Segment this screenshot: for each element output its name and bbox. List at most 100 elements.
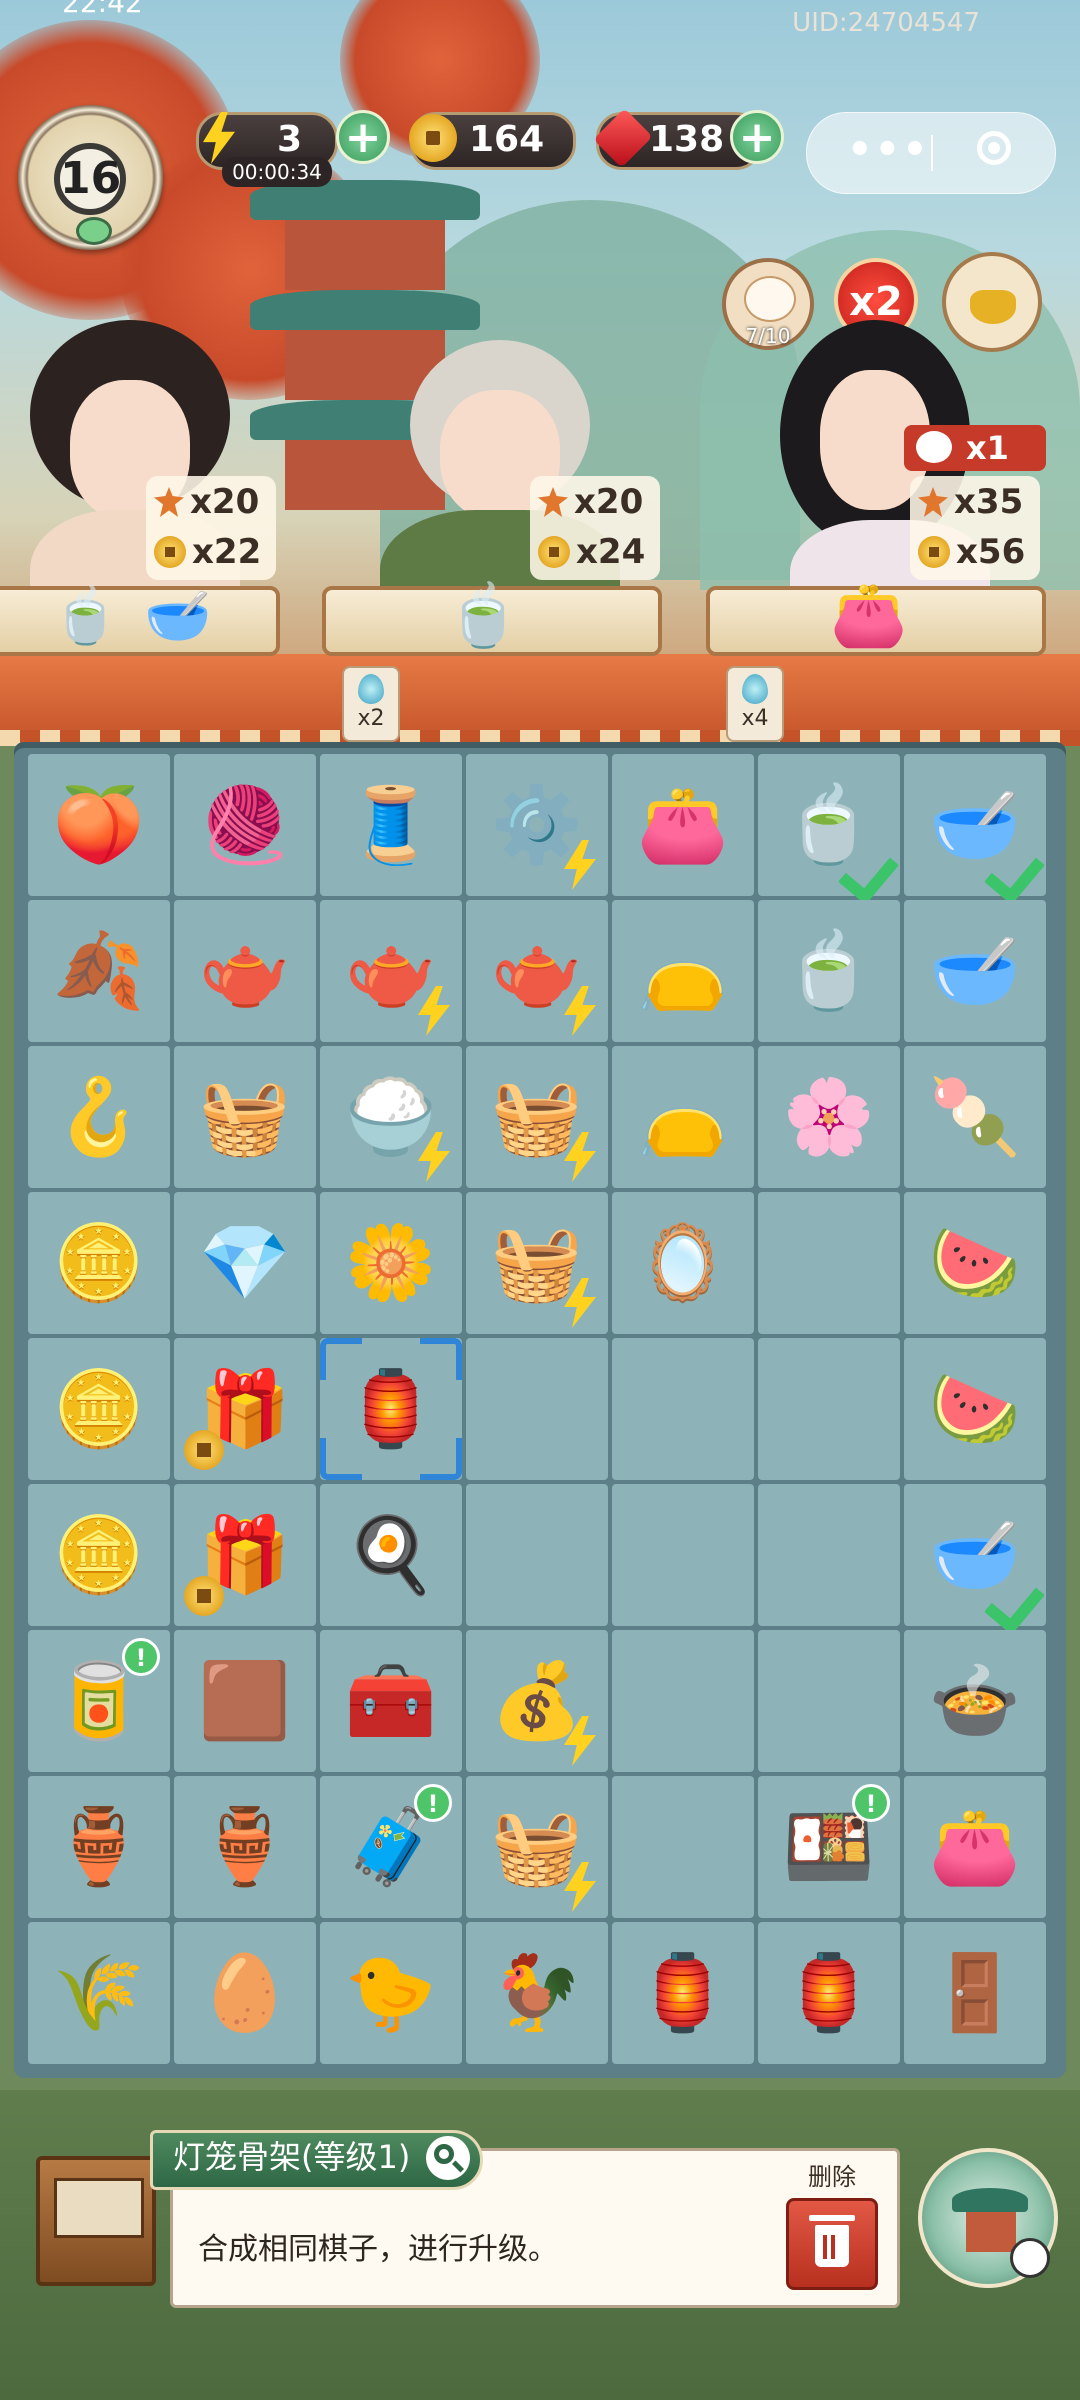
ruby-icon xyxy=(593,108,653,168)
board-cell-chick-nest[interactable]: 🐤 xyxy=(320,1922,462,2064)
board-cell-tasseled-pouch[interactable]: 👛 xyxy=(904,1776,1046,1918)
board-cell-bean-soup-bowl-2[interactable]: 🥣 xyxy=(904,1484,1046,1626)
board-cell-empty-cell[interactable] xyxy=(758,1630,900,1772)
delete-button[interactable] xyxy=(786,2198,878,2290)
board-cell-bamboo-basket[interactable]: 🧺 xyxy=(174,1046,316,1188)
checkmark-icon xyxy=(978,1574,1038,1618)
board-cell-watermelon-plate[interactable]: 🍉 xyxy=(904,1338,1046,1480)
board-cell-drawstring-purse[interactable]: 👝 xyxy=(612,900,754,1042)
board-cell-grain-bundle[interactable]: 🌾 xyxy=(28,1922,170,2064)
board-cell-food-crate[interactable]: 🧺 xyxy=(466,1046,608,1188)
board-cell-mystery-chest-2[interactable]: 🎁 xyxy=(174,1484,316,1626)
board-cell-embroidery-hoop[interactable]: 🪞 xyxy=(612,1192,754,1334)
board-cell-energy-gourd[interactable]: 🏺 xyxy=(28,1776,170,1918)
coin-icon xyxy=(405,110,461,166)
board-cell-rooster[interactable]: 🐓 xyxy=(466,1922,608,2064)
water-drop-x2[interactable]: x2 xyxy=(342,666,400,742)
level-badge[interactable]: 16 xyxy=(18,105,163,250)
board-cell-green-bean-soup[interactable]: 🥣 xyxy=(904,900,1046,1042)
counter-banner xyxy=(0,654,1080,746)
board-cell-empty-cell[interactable] xyxy=(612,1776,754,1918)
girl-order-tray[interactable]: 🍵 🥣 xyxy=(0,584,280,656)
board-cell-mystery-chest[interactable]: 🎁 xyxy=(174,1338,316,1480)
board-cell-yellow-lantern[interactable]: 🏮 xyxy=(612,1922,754,2064)
add-energy-button[interactable]: + xyxy=(336,110,390,164)
board-cell-empty-cell[interactable] xyxy=(758,1484,900,1626)
board-cell-coin-stack[interactable]: 🪙 xyxy=(28,1192,170,1334)
delete-label: 删除 xyxy=(808,2163,856,2191)
board-cell-jade-pendant[interactable]: 🪝 xyxy=(28,1046,170,1188)
board-cell-fried-egg[interactable]: 🍳 xyxy=(320,1484,462,1626)
treasure-chest-icon: 💰 xyxy=(490,1658,584,1744)
board-cell-watermelon-slice[interactable]: 🍉 xyxy=(904,1192,1046,1334)
egg-nest-icon: 🥚 xyxy=(198,1950,292,2036)
lady-order-tray[interactable]: 👛 xyxy=(706,578,1046,656)
board-cell-chrysanthemum-tea[interactable]: 🍵 xyxy=(758,900,900,1042)
more-menu-button[interactable]: ••• xyxy=(847,127,930,173)
board-cell-bamboo-blind[interactable]: 🚪 xyxy=(904,1922,1046,2064)
board-cell-hairpin-flower[interactable]: 🌼 xyxy=(320,1192,462,1334)
board-cell-empty-cell[interactable] xyxy=(466,1338,608,1480)
storage-cabinet-button[interactable] xyxy=(36,2156,156,2286)
trash-icon xyxy=(809,2215,855,2267)
maple-leaf-icon xyxy=(538,487,568,517)
pavilion-button[interactable] xyxy=(918,2148,1058,2288)
board-cell-small-tea-jar[interactable]: 🫖 xyxy=(174,900,316,1042)
board-cell-pig-bun[interactable]: 🍡 xyxy=(904,1046,1046,1188)
board-cell-coin-pile[interactable]: 🪙 xyxy=(28,1338,170,1480)
board-cell-spindle-item[interactable]: 🧶 xyxy=(174,754,316,896)
board-cell-flower-cakes[interactable]: 🌸 xyxy=(758,1046,900,1188)
board-cell-blue-box[interactable]: 🧳! xyxy=(320,1776,462,1918)
energy-value: 3 xyxy=(277,119,303,160)
board-cell-empty-cell[interactable] xyxy=(758,1192,900,1334)
tea-cauldron-icon: 🍲 xyxy=(928,1658,1022,1744)
target-circle-icon[interactable] xyxy=(977,131,1011,165)
blue-box-icon: 🧳 xyxy=(344,1804,438,1890)
board-cell-purple-pouch[interactable]: 👛 xyxy=(612,754,754,896)
alert-badge-icon: ! xyxy=(852,1784,890,1822)
board-cell-rice-basket[interactable]: 🍚 xyxy=(320,1046,462,1188)
water-drop-x4[interactable]: x4 xyxy=(726,666,784,742)
board-cell-sewing-box[interactable]: 🧺 xyxy=(466,1192,608,1334)
add-gems-button[interactable]: + xyxy=(730,110,784,164)
rooster-icon: 🐓 xyxy=(490,1950,584,2036)
leaf-reward: x20 xyxy=(190,482,260,522)
board-cell-teapot[interactable]: 🫖 xyxy=(320,900,462,1042)
board-cell-empty-cell[interactable] xyxy=(758,1338,900,1480)
board-cell-spinning-wheel[interactable]: ⚙️ xyxy=(466,754,608,896)
alert-badge-icon: ! xyxy=(122,1638,160,1676)
board-cell-flower-sachet[interactable]: 👝 xyxy=(612,1046,754,1188)
board-cell-bean-soup-bowl[interactable]: 🥣 xyxy=(904,754,1046,896)
magnifier-icon[interactable] xyxy=(426,2136,471,2180)
board-cell-egg-nest[interactable]: 🥚 xyxy=(174,1922,316,2064)
status-time: 22:42 xyxy=(62,0,143,19)
board-cell-teapot-set[interactable]: 🫖 xyxy=(466,900,608,1042)
board-cell-empty-cell[interactable] xyxy=(612,1338,754,1480)
board-cell-empty-cell[interactable] xyxy=(612,1484,754,1626)
board-cell-red-tin[interactable]: 🥫! xyxy=(28,1630,170,1772)
board-cell-ruby-gem[interactable]: 💎 xyxy=(174,1192,316,1334)
sewing-box-icon: 🧺 xyxy=(490,1220,584,1306)
grandma-order-tray[interactable]: 🍵 xyxy=(322,581,662,656)
board-cell-energy-jar[interactable]: 🏺 xyxy=(174,1776,316,1918)
board-cell-silk-spools[interactable]: 🧵 xyxy=(320,754,462,896)
level-gem-icon xyxy=(76,217,112,245)
board-cell-blue-tea-cup[interactable]: 🍵 xyxy=(758,754,900,896)
board-cell-lantern-frame[interactable]: 🏮 xyxy=(320,1338,462,1480)
red-tin-icon: 🥫 xyxy=(52,1658,146,1744)
leaf-reward: x20 xyxy=(574,482,644,522)
board-cell-wooden-tray[interactable]: 🟫 xyxy=(174,1630,316,1772)
small-tea-jar-icon: 🫖 xyxy=(198,928,292,1014)
coin-lock-icon xyxy=(184,1576,224,1616)
board-cell-tea-leaves[interactable]: 🍂 xyxy=(28,900,170,1042)
board-cell-yarn-basket[interactable]: 🧺 xyxy=(466,1776,608,1918)
board-cell-empty-cell[interactable] xyxy=(612,1630,754,1772)
board-cell-tea-cauldron[interactable]: 🍲 xyxy=(904,1630,1046,1772)
board-cell-peach-rabbit-cake[interactable]: 🍑 xyxy=(28,754,170,896)
board-cell-red-lantern[interactable]: 🏮 xyxy=(758,1922,900,2064)
board-cell-coin-pair[interactable]: 🪙 xyxy=(28,1484,170,1626)
board-cell-dessert-box[interactable]: 🍱! xyxy=(758,1776,900,1918)
board-cell-treasure-chest[interactable]: 💰 xyxy=(466,1630,608,1772)
board-cell-empty-cell[interactable] xyxy=(466,1484,608,1626)
board-cell-wooden-chest[interactable]: 🧰 xyxy=(320,1630,462,1772)
